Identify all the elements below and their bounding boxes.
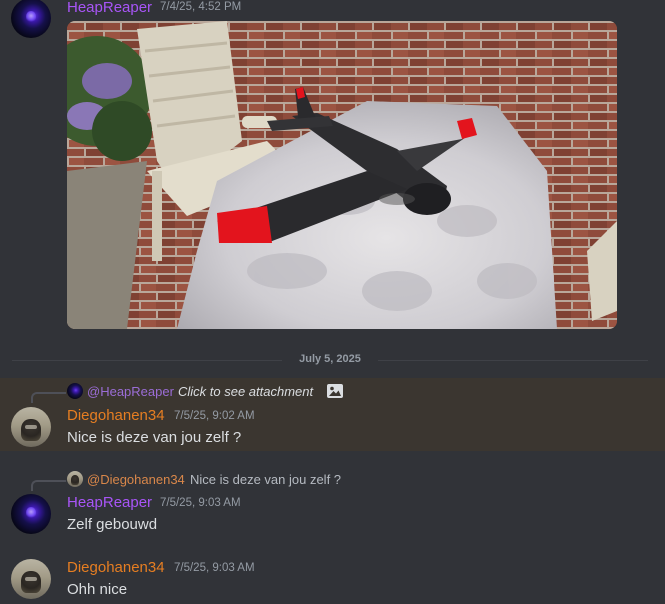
reply-avatar[interactable] xyxy=(67,471,83,487)
rc-airplane-photo xyxy=(67,21,617,329)
reply-preview-text[interactable]: Click to see attachment xyxy=(178,384,313,399)
reply-spine xyxy=(31,480,66,491)
reply-spine xyxy=(31,392,66,403)
date-divider: July 5, 2025 xyxy=(12,352,648,368)
avatar[interactable] xyxy=(11,0,51,38)
message-text: Zelf gebouwd xyxy=(67,516,158,533)
message-timestamp: 7/4/25, 4:52 PM xyxy=(160,1,242,13)
date-divider-label: July 5, 2025 xyxy=(299,353,361,365)
reply-preview-text[interactable]: Nice is deze van jou zelf ? xyxy=(190,472,341,487)
username[interactable]: Diegohanen34 xyxy=(67,407,165,424)
message-text: Nice is deze van jou zelf ? xyxy=(67,429,242,446)
avatar[interactable] xyxy=(11,494,51,534)
message-timestamp: 7/5/25, 9:03 AM xyxy=(174,562,255,574)
message-text: Ohh nice xyxy=(67,581,128,598)
image-attachment[interactable] xyxy=(67,21,617,329)
message-timestamp: 7/5/25, 9:02 AM xyxy=(174,410,255,422)
chat-log: HeapReaper 7/4/25, 4:52 PM July 5, 2025 … xyxy=(0,0,665,604)
avatar[interactable] xyxy=(11,559,51,599)
reply-avatar[interactable] xyxy=(67,383,83,399)
avatar[interactable] xyxy=(11,407,51,447)
image-icon xyxy=(327,384,343,398)
reply-mention[interactable]: @HeapReaper xyxy=(87,384,174,399)
username[interactable]: HeapReaper xyxy=(67,0,152,16)
username[interactable]: HeapReaper xyxy=(67,494,152,511)
message-timestamp: 7/5/25, 9:03 AM xyxy=(160,497,241,509)
username[interactable]: Diegohanen34 xyxy=(67,559,165,576)
reply-mention[interactable]: @Diegohanen34 xyxy=(87,472,185,487)
